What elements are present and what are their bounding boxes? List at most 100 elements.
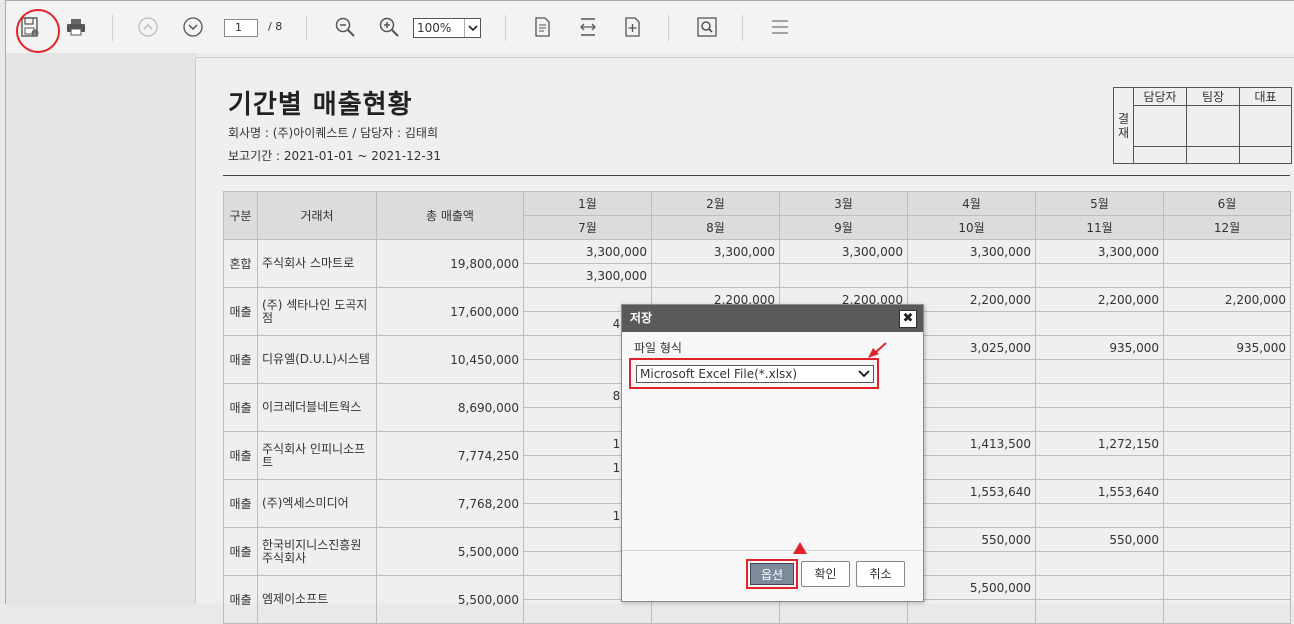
zoom-out-button[interactable]: [331, 13, 359, 41]
month-value-cell: 1,553,640: [1035, 479, 1164, 504]
row-total-cell: 17,600,000: [376, 287, 524, 336]
fit-width-button[interactable]: [574, 13, 602, 41]
month-value-cell: [1163, 311, 1291, 336]
header-month: 9월: [779, 215, 908, 240]
row-type-cell: 매출: [223, 431, 258, 480]
month-value-cell: [907, 551, 1036, 576]
header-month: 1월: [523, 191, 652, 216]
row-vendor-cell: 이크레더블네트웍스: [257, 383, 377, 432]
option-button[interactable]: 옵션: [750, 563, 794, 585]
month-value-cell: 3,300,000: [907, 239, 1036, 264]
month-value-cell: 3,300,000: [523, 263, 652, 288]
header-month: 8월: [651, 215, 780, 240]
print-button[interactable]: [62, 13, 90, 41]
month-value-cell: [651, 263, 780, 288]
fit-whole-button[interactable]: [619, 13, 647, 41]
month-value-cell: [1163, 263, 1291, 288]
dialog-title: 저장: [630, 311, 653, 325]
printer-icon: [67, 19, 85, 36]
row-total-cell: 10,450,000: [376, 335, 524, 384]
month-value-cell: [1163, 359, 1291, 384]
company-line: 회사명 : (주)아이퀘스트 / 담당자 : 김태희: [228, 126, 438, 140]
month-value-cell: [1163, 383, 1291, 408]
menu-button[interactable]: [766, 13, 794, 41]
row-type-cell: 매출: [223, 575, 258, 624]
header-month: 2월: [651, 191, 780, 216]
next-page-button[interactable]: [179, 13, 207, 41]
month-value-cell: [1163, 527, 1291, 552]
row-vendor-cell: 주식회사 스마트로: [257, 239, 377, 288]
month-value-cell: 1,272,150: [1035, 431, 1164, 456]
thumbnail-panel: [6, 53, 196, 605]
month-value-cell: [1035, 311, 1164, 336]
approval-cell: [1239, 105, 1292, 147]
header-month: 6월: [1163, 191, 1291, 216]
move-icon: [625, 17, 640, 37]
page-number-input[interactable]: 1: [224, 19, 258, 37]
save-button-highlight: [16, 9, 60, 53]
month-value-cell: 5,500,000: [907, 575, 1036, 600]
month-value-cell: 935,000: [1163, 335, 1291, 360]
row-total-cell: 7,768,200: [376, 479, 524, 528]
find-button[interactable]: [693, 13, 721, 41]
month-value-cell: [1035, 383, 1164, 408]
approval-header: 팀장: [1186, 87, 1240, 106]
month-value-cell: [1035, 503, 1164, 528]
row-vendor-cell: (주)엑세스미디어: [257, 479, 377, 528]
toolbar-separator: [306, 15, 307, 41]
search-icon: [697, 17, 717, 37]
file-format-label: 파일 형식: [634, 341, 682, 355]
arrow-pointer-icon: [868, 342, 887, 358]
row-type-cell: 매출: [223, 287, 258, 336]
approval-side-label: 결재: [1113, 87, 1134, 164]
month-value-cell: 3,300,000: [779, 239, 908, 264]
month-value-cell: 935,000: [1035, 335, 1164, 360]
zoom-out-icon: [335, 17, 355, 37]
header-month: 3월: [779, 191, 908, 216]
file-format-highlight: Microsoft Excel File(*.xlsx): [629, 358, 879, 389]
header-month: 4월: [907, 191, 1036, 216]
header-type: 구분: [223, 191, 258, 240]
toolbar-separator: [505, 15, 506, 41]
cancel-button[interactable]: 취소: [856, 561, 905, 587]
chevron-down-icon: [183, 17, 203, 37]
hamburger-menu-icon: [772, 20, 788, 34]
month-value-cell: 3,025,000: [907, 335, 1036, 360]
month-value-cell: [1163, 407, 1291, 432]
row-type-cell: 혼합: [223, 239, 258, 288]
month-value-cell: [907, 383, 1036, 408]
close-button[interactable]: ✖: [899, 310, 917, 328]
month-value-cell: [907, 407, 1036, 432]
close-icon: ✖: [902, 311, 914, 326]
ok-button[interactable]: 확인: [801, 561, 850, 587]
zoom-select[interactable]: 100%: [413, 18, 481, 38]
table-row: 혼합 주식회사 스마트로 19,800,000 3,300,000 3,300,000 3…: [223, 239, 1291, 288]
month-value-cell: [1163, 431, 1291, 456]
month-value-cell: [779, 599, 908, 624]
file-format-select[interactable]: Microsoft Excel File(*.xlsx): [636, 365, 874, 383]
approval-header: 담당자: [1133, 87, 1187, 106]
period-line: 보고기간 : 2021-01-01 ~ 2021-12-31: [228, 149, 441, 163]
month-value-cell: [907, 503, 1036, 528]
fit-width-icon: [580, 18, 596, 36]
month-value-cell: [1035, 359, 1164, 384]
row-total-cell: 5,500,000: [376, 575, 524, 624]
zoom-in-button[interactable]: [375, 13, 403, 41]
row-total-cell: 7,774,250: [376, 431, 524, 480]
prev-page-button[interactable]: [134, 13, 162, 41]
month-value-cell: [651, 599, 780, 624]
approval-cell: [1239, 146, 1292, 164]
zoom-value: 100%: [417, 21, 452, 35]
month-value-cell: [907, 311, 1036, 336]
month-value-cell: [907, 359, 1036, 384]
fit-page-button[interactable]: [529, 13, 557, 41]
save-dialog: 저장 ✖ 파일 형식 Microsoft Excel File(*.xlsx) …: [621, 304, 924, 602]
header-month: 12월: [1163, 215, 1291, 240]
arrow-pointer-icon: [793, 542, 807, 554]
report-title: 기간별 매출현황: [228, 90, 413, 120]
month-value-cell: [1163, 479, 1291, 504]
row-type-cell: 매출: [223, 383, 258, 432]
approval-cell: [1186, 146, 1240, 164]
month-value-cell: 2,200,000: [1035, 287, 1164, 312]
month-value-cell: 1,413,500: [907, 431, 1036, 456]
